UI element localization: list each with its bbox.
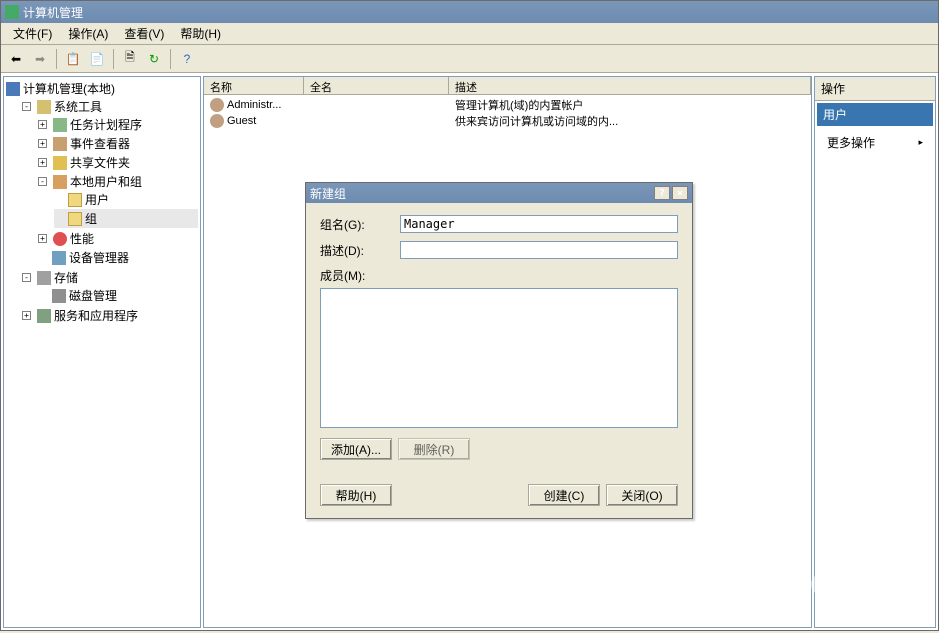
expand-icon[interactable]: + bbox=[38, 158, 47, 167]
tree-pane[interactable]: 计算机管理(本地) - 系统工具 + 任务计划程序 + 事件查看器 + 共享文件夹 - 本… bbox=[3, 76, 201, 628]
actions-pane: 操作 用户 更多操作 bbox=[814, 76, 936, 628]
toolbar-separator bbox=[170, 49, 171, 69]
user-icon bbox=[210, 98, 224, 112]
menu-help[interactable]: 帮助(H) bbox=[172, 22, 229, 45]
back-button[interactable]: ⬅ bbox=[5, 48, 27, 70]
actions-title: 操作 bbox=[815, 77, 935, 101]
collapse-icon[interactable]: - bbox=[22, 102, 31, 111]
expand-icon[interactable]: + bbox=[22, 311, 31, 320]
tree-system-tools[interactable]: 系统工具 bbox=[54, 98, 102, 115]
folder-icon bbox=[68, 193, 82, 207]
scheduler-icon bbox=[53, 118, 67, 132]
list-header: 名称 全名 描述 bbox=[204, 77, 811, 95]
tree-local-users-groups[interactable]: 本地用户和组 bbox=[70, 173, 142, 190]
close-icon[interactable]: × bbox=[672, 186, 688, 200]
expand-icon[interactable]: + bbox=[38, 234, 47, 243]
export-button[interactable]: 🗎 bbox=[119, 48, 141, 70]
usersgroups-icon bbox=[53, 175, 67, 189]
up-button[interactable]: 📋 bbox=[62, 48, 84, 70]
tree-root[interactable]: 计算机管理(本地) bbox=[23, 80, 115, 97]
description-input[interactable] bbox=[400, 241, 678, 259]
toolbar: ⬅ ➡ 📋 📄 🗎 ↻ ? bbox=[1, 45, 938, 73]
col-description[interactable]: 描述 bbox=[449, 77, 811, 94]
list-row[interactable]: Guest 供来宾访问计算机或访问域的内... bbox=[206, 113, 809, 129]
create-button[interactable]: 创建(C) bbox=[528, 484, 600, 506]
toolbar-separator bbox=[113, 49, 114, 69]
refresh-button[interactable]: ↻ bbox=[143, 48, 165, 70]
dialog-titlebar[interactable]: 新建组 ? × bbox=[306, 183, 692, 203]
props-button[interactable]: 📄 bbox=[86, 48, 108, 70]
help-button[interactable]: ? bbox=[176, 48, 198, 70]
tree-task-scheduler[interactable]: 任务计划程序 bbox=[70, 116, 142, 133]
collapse-icon[interactable]: - bbox=[38, 177, 47, 186]
disk-icon bbox=[52, 289, 66, 303]
expand-icon[interactable]: + bbox=[38, 120, 47, 129]
cell-name: Administr... bbox=[227, 99, 281, 111]
dialog-body: 组名(G): 描述(D): 成员(M): 添加(A)... 删除(R) 帮助(H… bbox=[306, 203, 692, 518]
computer-icon bbox=[6, 82, 20, 96]
cell-description: 供来宾访问计算机或访问域的内... bbox=[451, 113, 809, 129]
group-name-label: 组名(G): bbox=[320, 216, 400, 233]
list-row[interactable]: Administr... 管理计算机(域)的内置帐户 bbox=[206, 97, 809, 113]
expand-icon[interactable]: + bbox=[38, 139, 47, 148]
tree-performance[interactable]: 性能 bbox=[70, 230, 94, 247]
menu-action[interactable]: 操作(A) bbox=[60, 22, 116, 45]
titlebar[interactable]: 计算机管理 bbox=[1, 1, 938, 23]
col-name[interactable]: 名称 bbox=[204, 77, 304, 94]
actions-section[interactable]: 用户 bbox=[817, 103, 933, 126]
forward-button[interactable]: ➡ bbox=[29, 48, 51, 70]
cell-description: 管理计算机(域)的内置帐户 bbox=[451, 97, 809, 113]
user-icon bbox=[210, 114, 224, 128]
cell-name: Guest bbox=[227, 115, 256, 127]
eventviewer-icon bbox=[53, 137, 67, 151]
folder-icon bbox=[68, 212, 82, 226]
description-label: 描述(D): bbox=[320, 242, 400, 259]
app-icon bbox=[5, 5, 19, 19]
storage-icon bbox=[37, 271, 51, 285]
group-name-input[interactable] bbox=[400, 215, 678, 233]
close-button[interactable]: 关闭(O) bbox=[606, 484, 678, 506]
performance-icon bbox=[53, 232, 67, 246]
tree-storage[interactable]: 存储 bbox=[54, 269, 78, 286]
help-button-icon[interactable]: ? bbox=[654, 186, 670, 200]
add-button[interactable]: 添加(A)... bbox=[320, 438, 392, 460]
tree-shared-folders[interactable]: 共享文件夹 bbox=[70, 154, 130, 171]
menu-file[interactable]: 文件(F) bbox=[5, 22, 60, 45]
tree-disk-management[interactable]: 磁盘管理 bbox=[69, 287, 117, 304]
tree-device-manager[interactable]: 设备管理器 bbox=[69, 249, 129, 266]
tree-services[interactable]: 服务和应用程序 bbox=[54, 307, 138, 324]
shared-icon bbox=[53, 156, 67, 170]
tree-groups[interactable]: 组 bbox=[85, 210, 97, 227]
menubar: 文件(F) 操作(A) 查看(V) 帮助(H) bbox=[1, 23, 938, 45]
window-title: 计算机管理 bbox=[23, 4, 83, 21]
tools-icon bbox=[37, 100, 51, 114]
tree-users[interactable]: 用户 bbox=[85, 191, 109, 208]
toolbar-separator bbox=[56, 49, 57, 69]
new-group-dialog: 新建组 ? × 组名(G): 描述(D): 成员(M): 添加(A)... 删除… bbox=[305, 182, 693, 519]
device-icon bbox=[52, 251, 66, 265]
collapse-icon[interactable]: - bbox=[22, 273, 31, 282]
tree-event-viewer[interactable]: 事件查看器 bbox=[70, 135, 130, 152]
services-icon bbox=[37, 309, 51, 323]
members-label: 成员(M): bbox=[320, 267, 678, 284]
menu-view[interactable]: 查看(V) bbox=[116, 22, 172, 45]
remove-button[interactable]: 删除(R) bbox=[398, 438, 470, 460]
members-listbox[interactable] bbox=[320, 288, 678, 428]
col-fullname[interactable]: 全名 bbox=[304, 77, 449, 94]
dialog-title: 新建组 bbox=[310, 185, 652, 202]
help-button[interactable]: 帮助(H) bbox=[320, 484, 392, 506]
actions-more[interactable]: 更多操作 bbox=[815, 128, 935, 157]
